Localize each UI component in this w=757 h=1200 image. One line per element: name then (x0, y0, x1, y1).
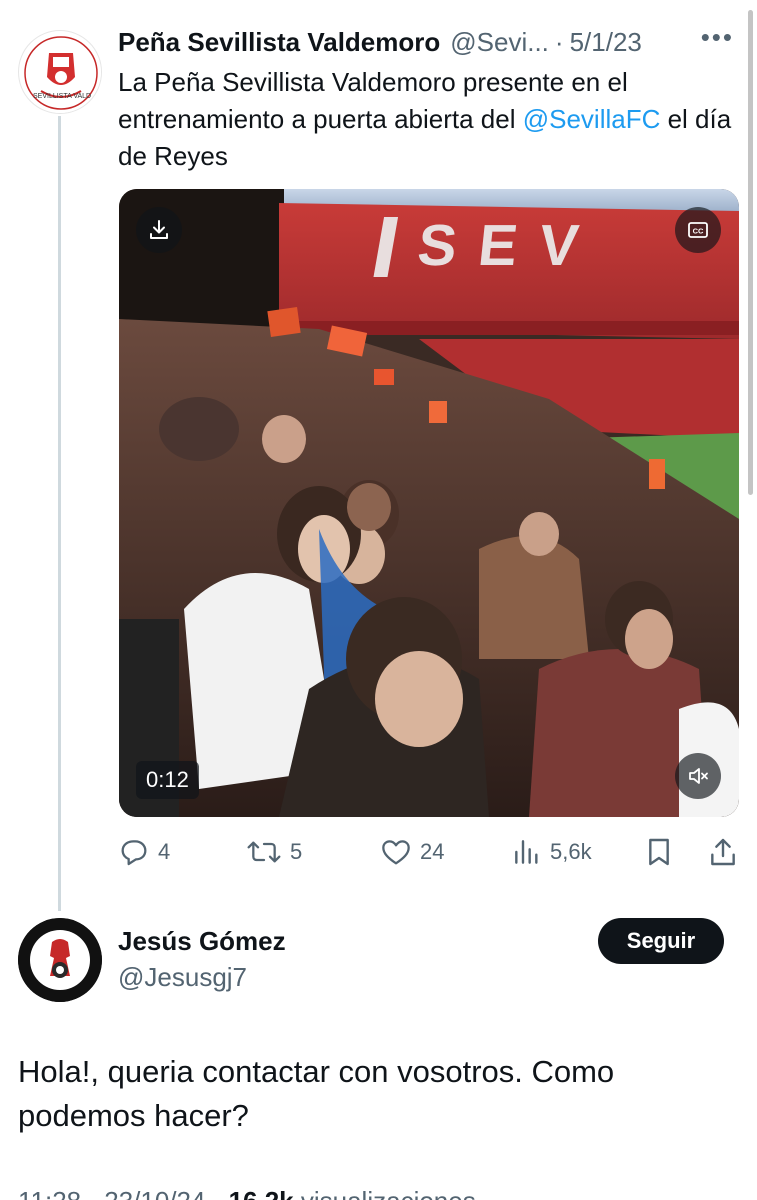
closed-captions-icon: CC (688, 222, 708, 238)
unmute-button[interactable] (675, 753, 721, 799)
reply-count: 4 (158, 839, 171, 864)
follow-button[interactable]: Seguir (598, 918, 724, 964)
club-crest-icon (21, 33, 101, 113)
reply-author-display-name[interactable]: Jesús Gómez (118, 926, 286, 957)
svg-text:CC: CC (693, 227, 704, 236)
header-separator: · (554, 26, 564, 57)
reply-views-count: 16,2k (229, 1186, 294, 1200)
reply-views-label: visualizaciones (294, 1186, 476, 1200)
reply-tweet-text: Hola!, queria contactar con vosotros. Co… (18, 1054, 615, 1133)
download-button[interactable] (136, 207, 182, 253)
views-count: 5,6k (550, 839, 592, 864)
bookmark-icon (649, 838, 669, 866)
like-action[interactable]: 24 (380, 832, 444, 872)
thread-connector-line (58, 116, 61, 911)
reply-author-handle[interactable]: @Jesusgj7 (118, 962, 247, 993)
more-options-icon[interactable]: ••• (701, 22, 734, 53)
share-action[interactable] (708, 832, 746, 872)
original-tweet-text: La Peña Sevillista Valdemoro presente en… (118, 64, 738, 175)
reply-icon (121, 840, 147, 866)
like-count: 24 (420, 839, 445, 864)
avatar-pena-sevillista[interactable]: SEVILLISTA VALD (18, 30, 102, 114)
video-duration: 0:12 (136, 761, 199, 799)
reply-timestamp[interactable]: 11:28 · 23/10/24 · (18, 1186, 229, 1200)
original-tweet-header: Peña Sevillista Valdemoro @Sevi... · 5/1… (118, 22, 748, 58)
reply-action[interactable]: 4 (118, 832, 170, 872)
retweet-action[interactable]: 5 (246, 832, 302, 872)
retweet-count: 5 (290, 839, 303, 864)
muted-speaker-icon (689, 768, 708, 784)
tweet-date[interactable]: 5/1/23 (570, 27, 642, 58)
share-icon (711, 838, 735, 866)
avatar-jesus-gomez[interactable] (18, 918, 102, 1002)
tweet-actions-bar: 4 5 24 5,6k (118, 832, 743, 872)
sevillista-badge-icon (18, 918, 102, 1002)
views-chart-icon (515, 840, 538, 864)
video-player[interactable]: SEV CC 0:12 (119, 189, 739, 817)
mention-link[interactable]: @SevillaFC (523, 104, 661, 134)
author-handle[interactable]: @Sevi... (450, 27, 549, 58)
retweet-icon (247, 841, 281, 863)
download-icon (150, 220, 168, 239)
views-action[interactable]: 5,6k (512, 832, 592, 872)
stadium-lettering: SEV (415, 213, 604, 278)
scrollbar[interactable] (748, 10, 753, 495)
video-frame: SEV (119, 189, 739, 817)
reply-meta-line: 11:28 · 23/10/24 · 16,2k visualizaciones (18, 1186, 476, 1200)
author-display-name[interactable]: Peña Sevillista Valdemoro (118, 27, 440, 58)
captions-button[interactable]: CC (675, 207, 721, 253)
avatar-caption: SEVILLISTA VALD (33, 93, 92, 100)
bookmark-action[interactable] (644, 832, 682, 872)
heart-icon (382, 840, 410, 865)
